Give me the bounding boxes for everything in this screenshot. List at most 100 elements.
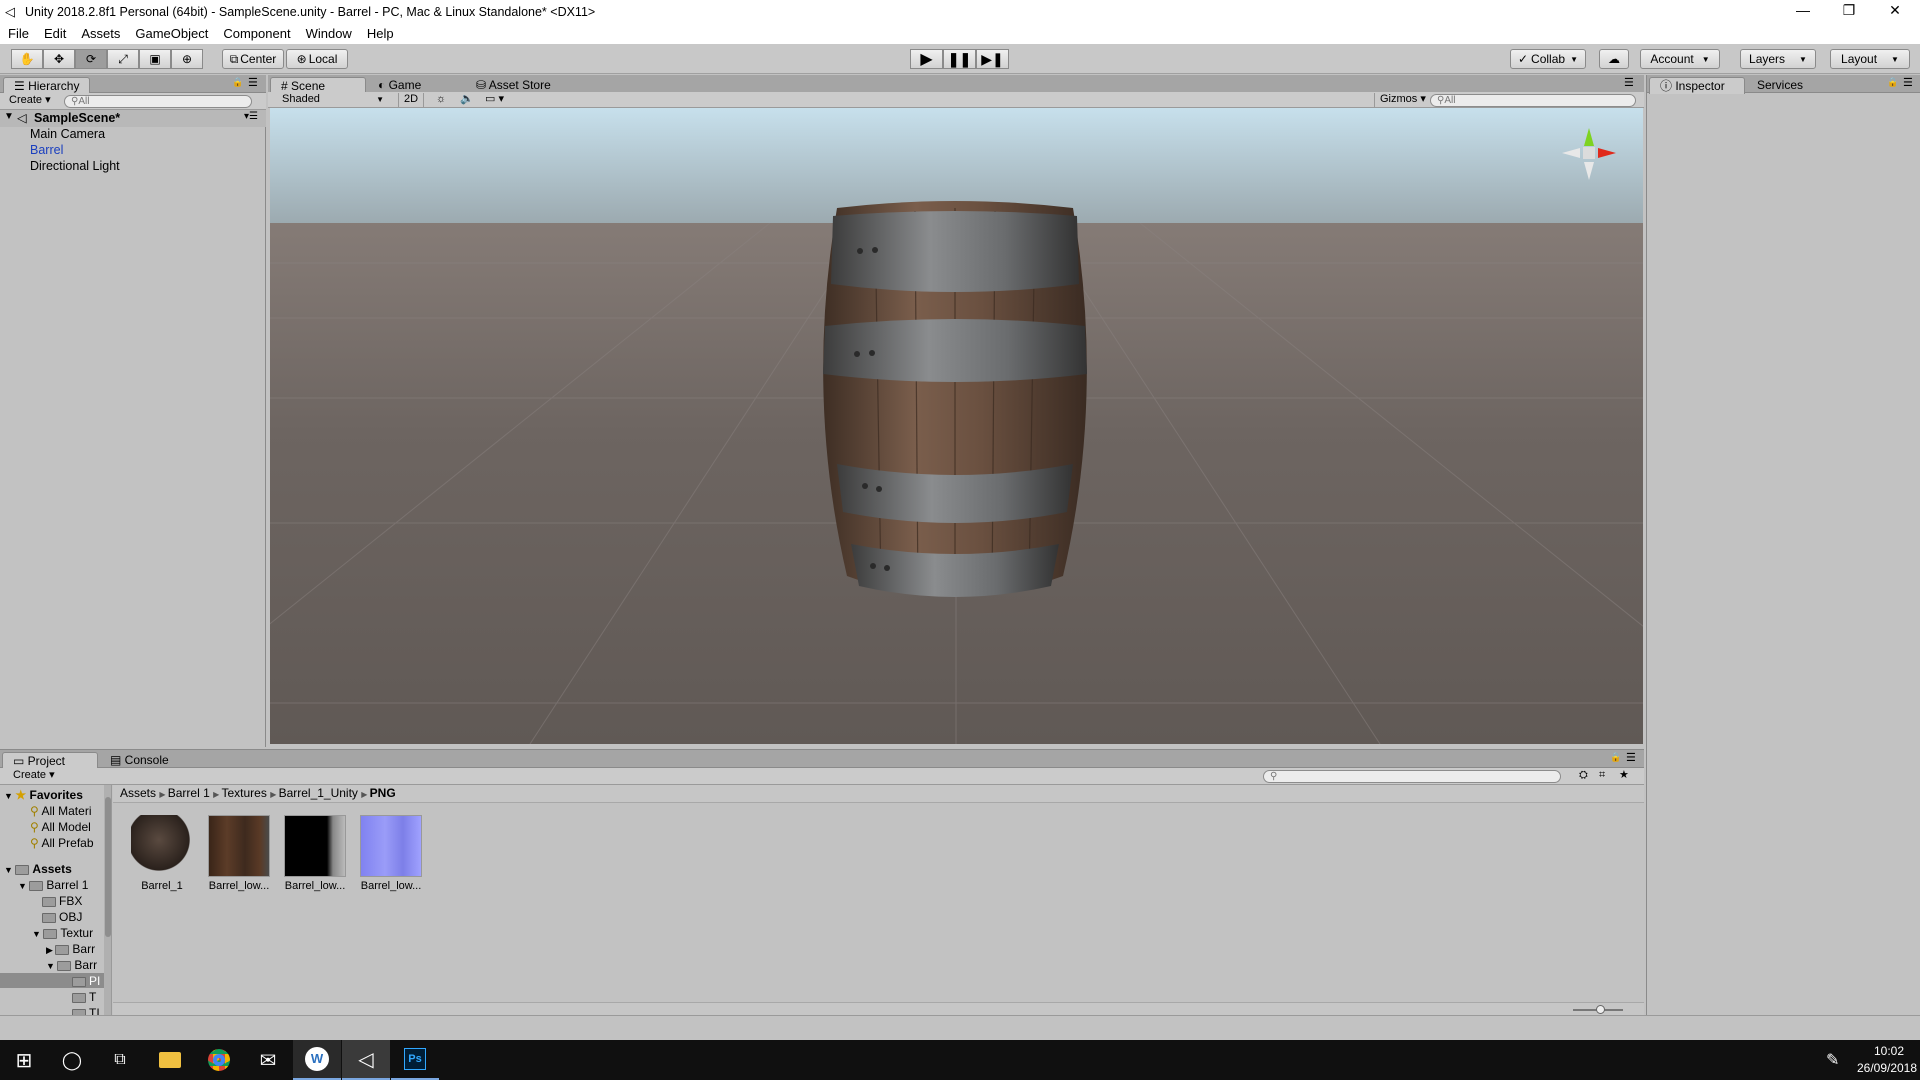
scene-header-row[interactable]: ▼ ◁ SampleScene* ▾☰	[0, 110, 266, 127]
close-button[interactable]: ✕	[1872, 0, 1918, 23]
folder-icon	[15, 864, 30, 875]
filter-label-icon[interactable]: ⌗	[1594, 769, 1610, 783]
tree-obj[interactable]: OBJ	[42, 910, 82, 924]
asset-thumb-normal[interactable]	[360, 815, 422, 877]
menu-component[interactable]: Component	[223, 26, 290, 41]
taskbar-photoshop[interactable]: Ps	[391, 1040, 439, 1080]
cloud-button[interactable]: ☁	[1599, 49, 1629, 69]
tree-fbx[interactable]: FBX	[42, 894, 82, 908]
favorites-header[interactable]: ▼ ★ Favorites	[4, 788, 83, 802]
tree-barrel-folder-a[interactable]: ▶ Barr	[46, 942, 95, 956]
pause-button[interactable]: ❚❚	[943, 49, 976, 69]
favorite-all-prefabs[interactable]: ⚲ All Prefab	[30, 836, 94, 850]
restore-button[interactable]: ❐	[1826, 0, 1872, 23]
breadcrumb-barrel-1-unity[interactable]: Barrel_1_Unity	[279, 786, 358, 800]
start-button[interactable]: ⊞	[0, 1040, 48, 1080]
tree-barrel-folder-b[interactable]: ▼ Barr	[46, 958, 97, 972]
scene-menu-icon[interactable]: ▾☰	[244, 111, 258, 122]
favorite-all-materials[interactable]: ⚲ All Materi	[30, 804, 91, 818]
favorite-all-models[interactable]: ⚲ All Model	[30, 820, 91, 834]
menu-help[interactable]: Help	[367, 26, 394, 41]
menu-gameobject[interactable]: GameObject	[135, 26, 208, 41]
tree-png[interactable]: PI	[72, 974, 100, 988]
minimize-button[interactable]: —	[1780, 0, 1826, 23]
taskbar-unity[interactable]: ◁	[342, 1040, 390, 1080]
assets-header[interactable]: ▼ Assets	[4, 862, 72, 876]
hand-tool-button[interactable]: ✋	[11, 49, 43, 69]
taskbar-app-w[interactable]: W	[293, 1040, 341, 1080]
account-dropdown[interactable]: Account ▼	[1640, 49, 1720, 69]
taskbar-file-explorer[interactable]	[146, 1040, 194, 1080]
rotate-tool-button[interactable]: ⟳	[75, 49, 107, 69]
scale-tool-button[interactable]: ⤢	[107, 49, 139, 69]
task-view-button[interactable]: ⧉	[96, 1040, 144, 1080]
lock-icon[interactable]: 🔒	[232, 77, 243, 88]
menu-window[interactable]: Window	[306, 26, 352, 41]
panel-menu-icon[interactable]: ☰	[1626, 751, 1636, 764]
hierarchy-search-input[interactable]: ⚲All	[64, 95, 252, 108]
panel-menu-icon[interactable]: ☰	[248, 76, 258, 89]
asset-thumb-metallic[interactable]	[284, 815, 346, 877]
hierarchy-item-directional-light[interactable]: Directional Light	[30, 159, 120, 173]
lighting-toggle-icon[interactable]: ☼	[431, 93, 451, 107]
breadcrumb-assets[interactable]: Assets	[120, 786, 156, 800]
taskbar-mail[interactable]: ✉	[244, 1040, 292, 1080]
panel-menu-icon[interactable]: ☰	[1903, 76, 1913, 89]
filter-type-icon[interactable]: ⛭	[1574, 769, 1593, 783]
tab-console[interactable]: ▤ Console	[100, 752, 196, 769]
tree-targa[interactable]: T	[72, 990, 96, 1004]
hierarchy-item-main-camera[interactable]: Main Camera	[30, 127, 105, 141]
tab-project[interactable]: ▭ Project	[2, 752, 98, 769]
layout-dropdown[interactable]: Layout ▼	[1830, 49, 1910, 69]
scrollbar-thumb[interactable]	[105, 797, 111, 937]
transform-tool-button[interactable]: ⊕	[171, 49, 203, 69]
lock-icon[interactable]: 🔒	[1887, 77, 1898, 88]
shading-mode-dropdown[interactable]: Shaded ▼	[277, 93, 389, 107]
layers-dropdown[interactable]: Layers ▼	[1740, 49, 1816, 69]
barrel-model[interactable]	[815, 196, 1095, 616]
2d-toggle[interactable]: 2D	[398, 93, 425, 107]
tree-scrollbar[interactable]	[104, 785, 111, 1016]
tab-hierarchy[interactable]: ☰ Hierarchy	[3, 77, 91, 94]
create-dropdown[interactable]: Create ▾	[4, 94, 56, 108]
rect-tool-button[interactable]: ▣	[139, 49, 171, 69]
menu-edit[interactable]: Edit	[44, 26, 66, 41]
size-slider-handle[interactable]	[1596, 1005, 1605, 1014]
favorite-star-icon[interactable]: ★	[1614, 769, 1634, 783]
menu-assets[interactable]: Assets	[81, 26, 120, 41]
menu-file[interactable]: File	[8, 26, 29, 41]
step-button[interactable]: ▶❚	[976, 49, 1009, 69]
expand-arrow-icon[interactable]: ▼	[4, 111, 14, 122]
hierarchy-item-barrel[interactable]: Barrel	[30, 143, 63, 157]
move-tool-button[interactable]: ✥	[43, 49, 75, 69]
tab-services[interactable]: Services	[1747, 77, 1837, 94]
clock-date[interactable]: 26/09/2018	[1852, 1061, 1920, 1075]
scene-search-input[interactable]: ⚲All	[1430, 94, 1636, 107]
scene-viewport[interactable]	[270, 108, 1643, 744]
pen-icon[interactable]: ✎	[1826, 1050, 1839, 1070]
move-icon: ✥	[53, 52, 65, 66]
tree-barrel-1[interactable]: ▼ Barrel 1	[18, 878, 88, 892]
breadcrumb-png[interactable]: PNG	[370, 786, 396, 800]
tab-inspector[interactable]: ⓘ Inspector	[1649, 77, 1745, 94]
pivot-local-button[interactable]: ⊛ Local	[286, 49, 348, 69]
orientation-gizmo[interactable]	[1556, 120, 1622, 186]
effects-dropdown-icon[interactable]: ▭ ▾	[480, 93, 509, 107]
lock-icon[interactable]: 🔒	[1610, 752, 1621, 763]
project-search-input[interactable]: ⚲	[1263, 770, 1561, 783]
cortana-button[interactable]: ◯	[48, 1040, 96, 1080]
pivot-center-button[interactable]: ⧉ Center	[222, 49, 284, 69]
create-dropdown[interactable]: Create ▾	[8, 769, 60, 783]
collab-dropdown[interactable]: ✓ Collab ▼	[1510, 49, 1586, 69]
breadcrumb-textures[interactable]: Textures	[221, 786, 266, 800]
clock-time[interactable]: 10:02	[1866, 1044, 1912, 1058]
breadcrumb-barrel-1[interactable]: Barrel 1	[168, 786, 210, 800]
play-button[interactable]: ▶	[910, 49, 943, 69]
taskbar-chrome[interactable]	[195, 1040, 243, 1080]
gizmos-dropdown[interactable]: Gizmos ▾	[1374, 93, 1431, 107]
asset-thumb-albedo[interactable]	[208, 815, 270, 877]
audio-toggle-icon[interactable]: 🔈	[455, 93, 479, 107]
asset-thumb-material[interactable]	[131, 815, 193, 877]
panel-menu-icon[interactable]: ☰	[1624, 76, 1634, 89]
tree-textures[interactable]: ▼ Textur	[32, 926, 93, 940]
